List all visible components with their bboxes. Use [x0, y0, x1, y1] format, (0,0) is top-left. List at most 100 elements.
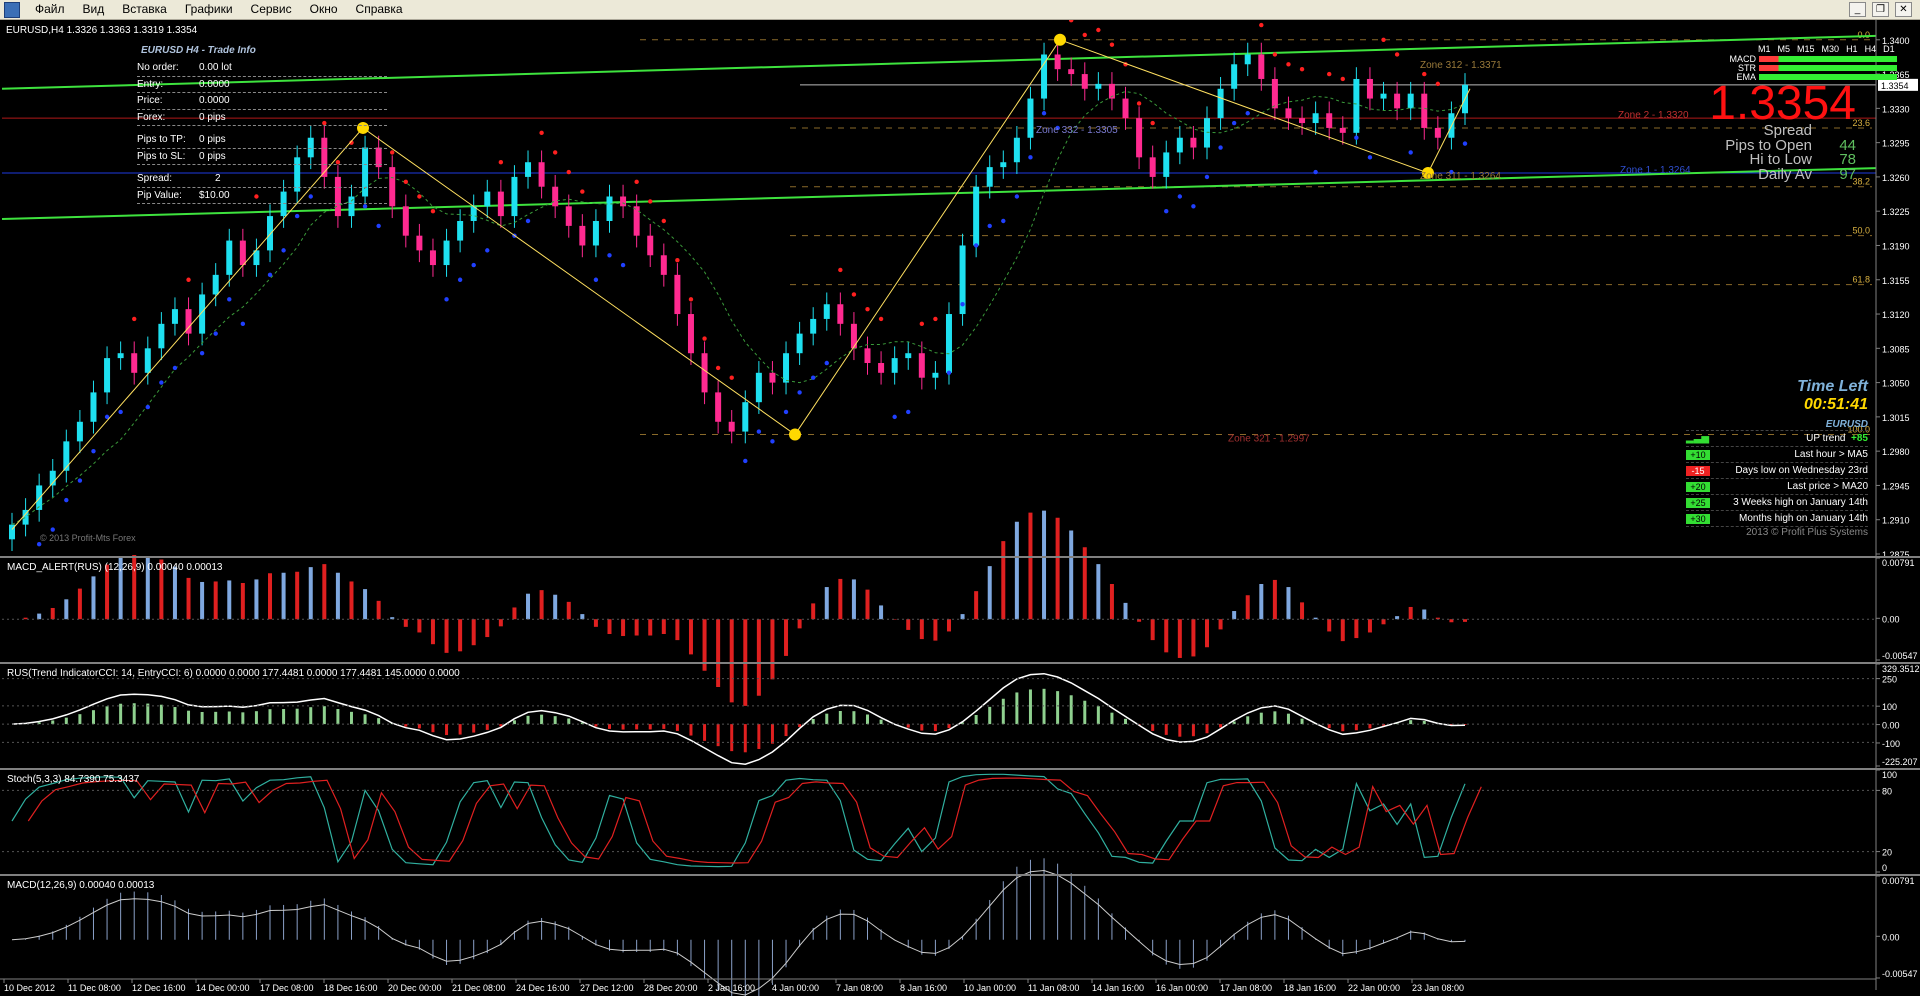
minimize-icon[interactable]: _ — [1849, 2, 1866, 17]
sar-dot — [281, 248, 286, 253]
price-value: 0.0000 — [199, 95, 230, 106]
candle-body — [1339, 127, 1346, 133]
indicator-tick-label: 20 — [1882, 848, 1892, 858]
indicator-tick-label: 0.00791 — [1882, 876, 1915, 886]
zone-label: Zone 311 - 1.3264 — [1420, 171, 1501, 182]
indicator-title-macd: MACD(12,26,9) 0.00040 0.00013 — [7, 880, 155, 891]
time-tick-label: 17 Jan 08:00 — [1220, 983, 1272, 993]
sar-dot — [485, 248, 490, 253]
tf-m5: M5 — [1777, 44, 1791, 54]
time-left-panel: Time Left 00:51:41 — [1760, 378, 1868, 414]
time-tick-label: 8 Jan 16:00 — [900, 983, 947, 993]
sar-dot — [946, 370, 952, 376]
menu-insert[interactable]: Вставка — [113, 0, 176, 19]
trend-badge: +10 — [1686, 449, 1710, 460]
restore-icon[interactable]: ❐ — [1872, 2, 1889, 17]
sar-dot — [797, 390, 802, 395]
sar-dot — [1218, 145, 1223, 150]
fib-level-label: 50.0 — [1852, 226, 1870, 236]
candle-body — [158, 323, 165, 349]
candle-body — [525, 162, 532, 177]
fib-level-label: 61.8 — [1852, 275, 1870, 285]
sar-dot — [770, 439, 775, 444]
candle-body — [1366, 78, 1373, 99]
zone-label: Zone 2 - 1.3320 — [1618, 110, 1689, 121]
candle-body — [497, 191, 504, 217]
candle-body — [823, 304, 830, 319]
sar-dot — [865, 306, 870, 312]
sar-dot — [1164, 208, 1169, 214]
candle-body — [171, 309, 178, 324]
stats-panel: Spread Pips to Open 44 Hi to Low 78 Daily … — [1700, 123, 1856, 182]
candle-body — [1285, 108, 1292, 119]
time-tick-label: 12 Dec 16:00 — [132, 983, 186, 993]
price-tick-label: 1.3120 — [1882, 310, 1910, 320]
candle-body — [701, 353, 708, 393]
candle-body — [878, 363, 885, 373]
no-order-label: No order: — [137, 62, 179, 73]
sar-dot — [64, 497, 69, 503]
candle-body — [1434, 127, 1441, 138]
time-tick-label: 16 Jan 00:00 — [1156, 983, 1208, 993]
sar-dot — [1286, 62, 1291, 67]
tf-m1: M1 — [1758, 44, 1771, 54]
tf-m15: M15 — [1797, 44, 1815, 54]
candle-body — [443, 240, 450, 266]
sar-dot — [1422, 71, 1427, 77]
candle-body — [1081, 74, 1088, 89]
close-icon[interactable]: ✕ — [1895, 2, 1912, 17]
app-icon[interactable] — [4, 1, 20, 18]
candle-body — [755, 372, 762, 403]
tf-m30: M30 — [1821, 44, 1840, 54]
menu-file[interactable]: Файл — [26, 0, 74, 19]
menu-charts[interactable]: Графики — [176, 0, 242, 19]
sar-dot — [1435, 81, 1441, 87]
menu-window[interactable]: Окно — [301, 0, 347, 19]
sar-dot — [620, 262, 626, 268]
pips-to-sl-label: Pips to SL: — [137, 150, 186, 162]
pane-separator[interactable] — [0, 768, 1920, 770]
menu-view[interactable]: Вид — [74, 0, 114, 19]
pane-separator[interactable] — [0, 874, 1920, 876]
sar-dot — [1041, 111, 1047, 116]
sar-dot — [552, 150, 558, 155]
sar-dot — [240, 321, 246, 327]
candle-body — [239, 240, 246, 266]
candle-body — [76, 421, 83, 442]
pane-separator[interactable] — [0, 662, 1920, 664]
trend-row-text: Last price > MA20 — [1787, 481, 1868, 492]
time-tick-label: 18 Jan 16:00 — [1284, 983, 1336, 993]
time-tick-label: 17 Dec 08:00 — [260, 983, 314, 993]
candle-body — [90, 392, 97, 422]
candle-body — [1312, 113, 1319, 124]
candle-body — [783, 353, 790, 383]
pane-separator[interactable] — [0, 556, 1920, 558]
candle-body — [715, 392, 722, 422]
trend-panel: EURUSD ▂▃▅ UP trend +85 +10 Last hour > M… — [1686, 419, 1868, 538]
sar-dot — [159, 380, 164, 385]
candle-body — [1407, 93, 1414, 109]
tf-h4: H4 — [1864, 44, 1877, 54]
sar-dot — [675, 257, 680, 263]
trend-symbol: EURUSD — [1825, 419, 1868, 430]
time-tick-label: 4 Jan 00:00 — [772, 983, 819, 993]
candle-body — [592, 220, 599, 246]
sar-dot — [933, 316, 938, 322]
menu-tools[interactable]: Сервис — [242, 0, 301, 19]
spread-label: Spread: — [137, 173, 173, 184]
trend-badge: +20 — [1686, 481, 1710, 492]
candle-body — [1027, 98, 1034, 138]
menu-help[interactable]: Справка — [347, 0, 412, 19]
watermark: © 2013 Profit-Mts Forex — [40, 533, 136, 543]
sar-dot — [539, 130, 544, 136]
sar-dot — [417, 194, 422, 199]
trend-badge: -15 — [1686, 465, 1710, 476]
macd-signal-line — [11, 869, 1466, 996]
candle-body — [117, 353, 124, 359]
candle-body — [1163, 152, 1170, 177]
indicator-tick-label: 0 — [1882, 863, 1887, 873]
time-tick-label: 21 Dec 08:00 — [452, 983, 506, 993]
pip-value-label: Pip Value: — [137, 189, 182, 201]
sar-dot — [525, 218, 531, 224]
time-tick-label: 20 Dec 00:00 — [388, 983, 442, 993]
